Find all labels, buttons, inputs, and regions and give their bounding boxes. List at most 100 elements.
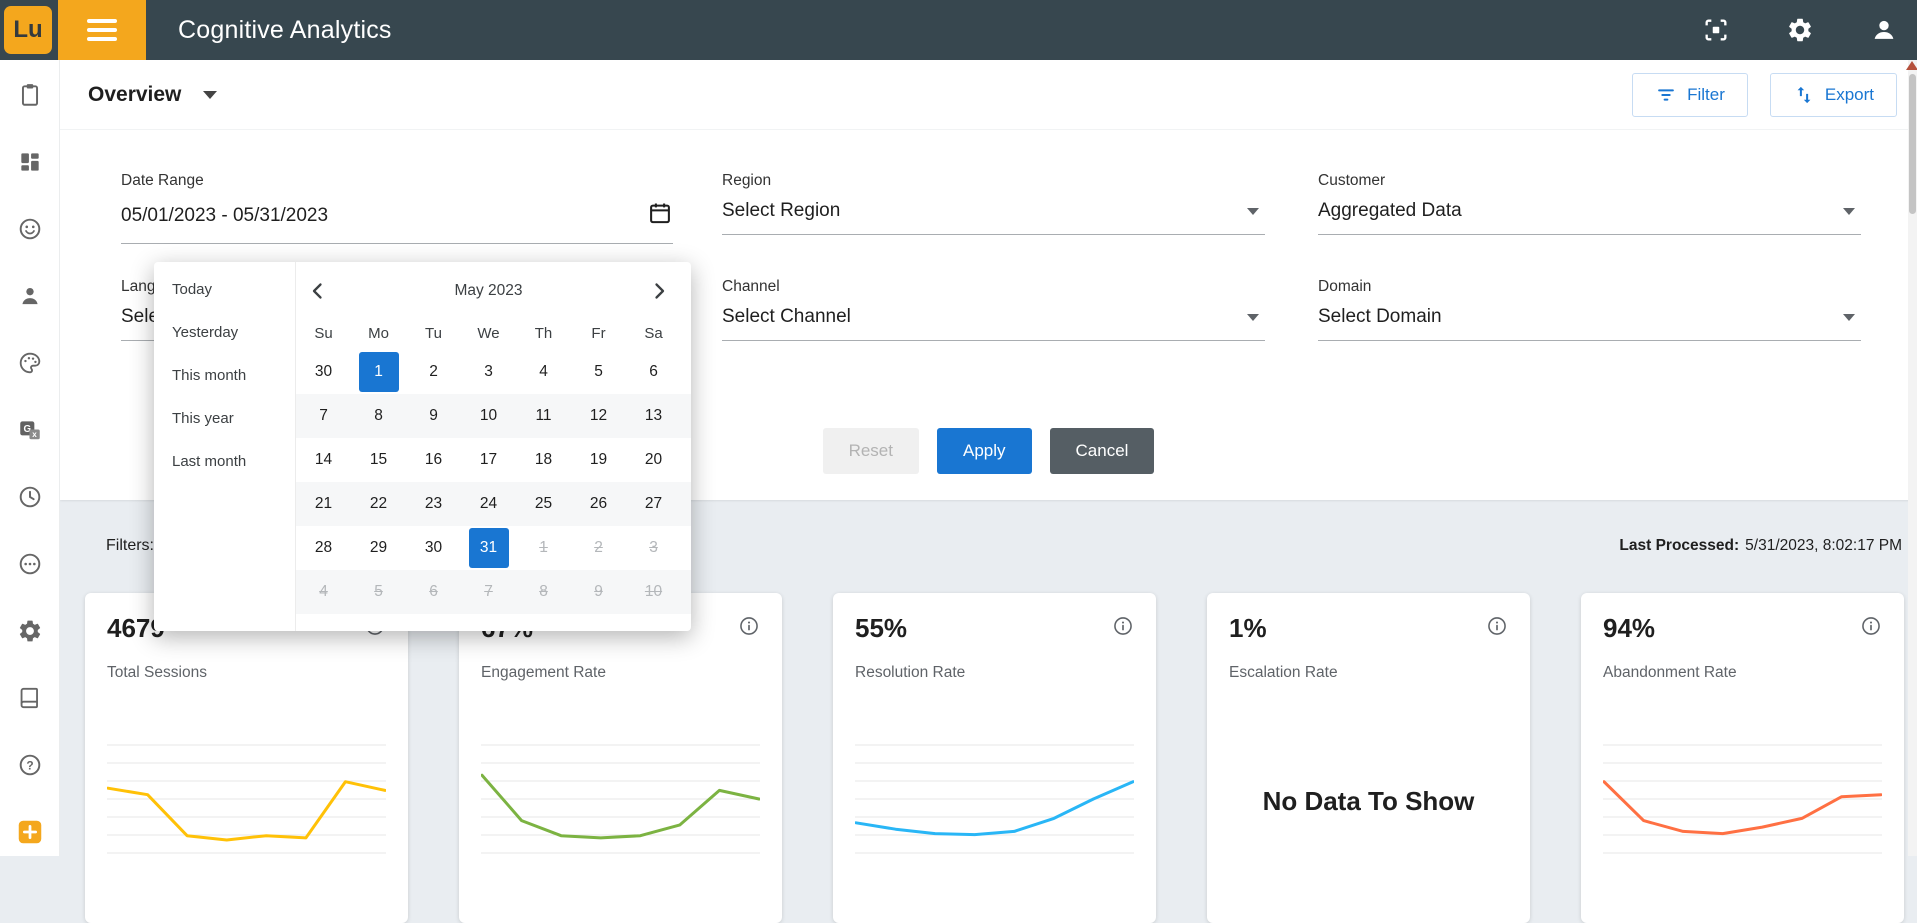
weekday-label: We [461,316,516,350]
sidebar-item-dashboard[interactable] [9,141,51,183]
calendar-day[interactable]: 2 [571,526,626,570]
calendar-day[interactable]: 10 [626,570,681,614]
calendar-day[interactable]: 4 [296,570,351,614]
apply-button[interactable]: Apply [937,428,1032,474]
calendar-day[interactable]: 19 [571,438,626,482]
sidebar-item-settings[interactable] [9,610,51,652]
info-icon[interactable] [1486,615,1508,637]
view-selector[interactable]: Overview [88,83,181,107]
svg-text:x: x [32,430,37,439]
sidebar-item-smiley[interactable] [9,208,51,250]
sidebar: Gx? [0,60,60,856]
calendar-day[interactable]: 28 [296,526,351,570]
calendar-day[interactable]: 14 [296,438,351,482]
channel-select[interactable]: Select Channel [722,306,1265,341]
chevron-down-icon[interactable] [203,91,217,99]
calendar-day[interactable]: 18 [516,438,571,482]
calendar-day[interactable]: 10 [461,394,516,438]
quick-option-today[interactable]: Today [154,268,295,311]
calendar-day[interactable]: 16 [406,438,461,482]
calendar-day[interactable]: 7 [296,394,351,438]
date-range-input[interactable]: 05/01/2023 - 05/31/2023 [121,200,673,244]
quick-option-last-month[interactable]: Last month [154,440,295,483]
customer-select[interactable]: Aggregated Data [1318,200,1861,235]
user-icon [17,283,43,309]
calendar-day[interactable]: 4 [516,350,571,394]
sidebar-item-history[interactable] [9,476,51,518]
calendar-day[interactable]: 29 [351,526,406,570]
sidebar-item-more-circle[interactable] [9,543,51,585]
quick-option-this-month[interactable]: This month [154,354,295,397]
chevron-left-icon [306,279,330,303]
reset-button[interactable]: Reset [823,428,919,474]
calendar-day[interactable]: 20 [626,438,681,482]
book-icon [17,685,43,711]
calendar-day[interactable]: 15 [351,438,406,482]
calendar-day[interactable]: 8 [516,570,571,614]
cancel-button[interactable]: Cancel [1050,428,1155,474]
calendar-day[interactable]: 31 [461,526,516,570]
clipboard-icon [17,82,43,108]
info-icon[interactable] [1112,615,1134,637]
metric-label: Total Sessions [107,664,386,682]
calendar-week-row: 78910111213 [296,394,691,438]
calendar-day[interactable]: 30 [296,350,351,394]
prev-month-button[interactable] [304,277,332,305]
account-icon[interactable] [1869,15,1899,45]
calendar-day[interactable]: 12 [571,394,626,438]
sidebar-item-user[interactable] [9,275,51,317]
calendar-day[interactable]: 8 [351,394,406,438]
calendar-day[interactable]: 3 [626,526,681,570]
metric-card-escalation-rate: 1%Escalation RateNo Data To Show [1207,593,1530,923]
calendar-day[interactable]: 21 [296,482,351,526]
quick-option-this-year[interactable]: This year [154,397,295,440]
calendar-day[interactable]: 1 [351,350,406,394]
domain-select[interactable]: Select Domain [1318,306,1861,341]
metric-chart [481,740,760,863]
sidebar-item-add[interactable] [9,811,51,853]
scroll-up-arrow[interactable] [1906,61,1917,70]
sidebar-item-clipboard[interactable] [9,74,51,116]
calendar-day[interactable]: 1 [516,526,571,570]
dashboard-icon [17,149,43,175]
settings-icon[interactable] [1785,15,1815,45]
calendar-day[interactable]: 26 [571,482,626,526]
calendar-day[interactable]: 13 [626,394,681,438]
calendar-day[interactable]: 9 [406,394,461,438]
sidebar-item-help[interactable]: ? [9,744,51,786]
calendar-day[interactable]: 17 [461,438,516,482]
calendar-day[interactable]: 7 [461,570,516,614]
calendar-day[interactable]: 3 [461,350,516,394]
info-icon[interactable] [1860,615,1882,637]
scrollbar-track[interactable] [1908,60,1917,856]
calendar-day[interactable]: 24 [461,482,516,526]
calendar-day[interactable]: 5 [351,570,406,614]
export-button[interactable]: Export [1770,73,1897,117]
next-month-button[interactable] [645,277,673,305]
calendar-day[interactable]: 23 [406,482,461,526]
info-icon[interactable] [738,615,760,637]
calendar-day[interactable]: 22 [351,482,406,526]
calendar-day[interactable]: 2 [406,350,461,394]
calendar-day[interactable]: 6 [406,570,461,614]
calendar-day[interactable]: 6 [626,350,681,394]
weekday-label: Sa [626,316,681,350]
calendar-icon[interactable] [647,200,673,231]
region-select[interactable]: Select Region [722,200,1265,235]
calendar-day[interactable]: 9 [571,570,626,614]
calendar-day[interactable]: 25 [516,482,571,526]
help-icon: ? [17,752,43,778]
calendar-day[interactable]: 30 [406,526,461,570]
screenshot-icon[interactable] [1701,15,1731,45]
sparkline-chart [1603,740,1882,858]
calendar-day[interactable]: 27 [626,482,681,526]
menu-button[interactable] [58,0,146,60]
scrollbar-thumb[interactable] [1909,74,1916,214]
calendar-day[interactable]: 5 [571,350,626,394]
sidebar-item-book[interactable] [9,677,51,719]
sidebar-item-palette[interactable] [9,342,51,384]
calendar-day[interactable]: 11 [516,394,571,438]
quick-option-yesterday[interactable]: Yesterday [154,311,295,354]
sidebar-item-translate[interactable]: Gx [9,409,51,451]
filter-button[interactable]: Filter [1632,73,1748,117]
